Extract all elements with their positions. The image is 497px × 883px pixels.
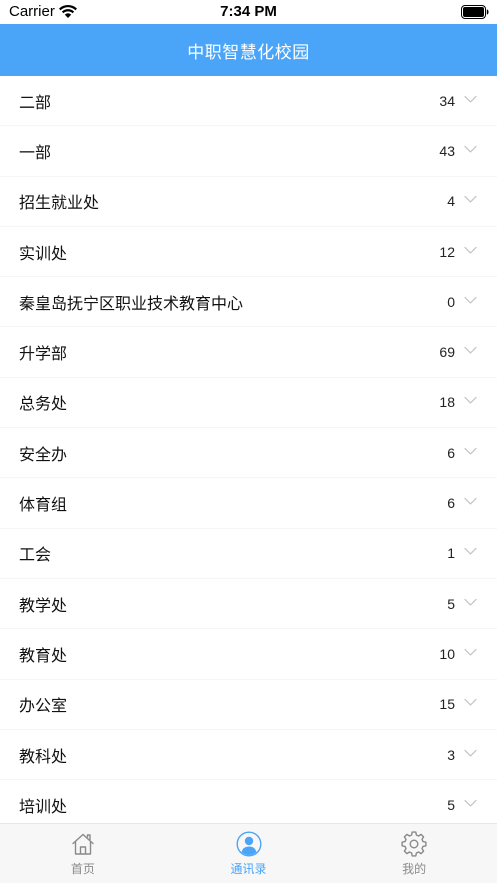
- department-row[interactable]: 安全办 6: [0, 428, 497, 479]
- home-icon: [72, 833, 94, 855]
- member-count: 18: [439, 394, 455, 411]
- tab-contacts-label: 通讯录: [230, 862, 267, 876]
- chevron-down-icon[interactable]: [464, 296, 477, 304]
- chevron-down-icon[interactable]: [464, 196, 477, 204]
- status-bar: Carrier 7:34 PM: [0, 0, 497, 24]
- department-name: 体育组: [19, 495, 68, 515]
- chevron-down-icon[interactable]: [464, 799, 477, 807]
- chevron-down-icon[interactable]: [464, 497, 477, 505]
- page-title: 中职智慧化校园: [187, 42, 310, 63]
- tab-contacts[interactable]: 通讯录: [166, 824, 332, 883]
- department-row[interactable]: 教育处 10: [0, 629, 497, 680]
- department-name: 一部: [19, 142, 52, 162]
- member-count: 43: [439, 142, 455, 159]
- chevron-down-icon[interactable]: [464, 648, 477, 656]
- tab-home-label: 首页: [70, 862, 95, 876]
- department-name: 秦皇岛抚宁区职业技术教育中心: [19, 293, 244, 313]
- tab-profile-label: 我的: [402, 862, 427, 876]
- department-name: 二部: [19, 92, 52, 112]
- chevron-down-icon[interactable]: [464, 95, 477, 103]
- department-name: 安全办: [19, 444, 68, 464]
- department-row[interactable]: 培训处 5: [0, 780, 497, 823]
- chevron-down-icon[interactable]: [464, 749, 477, 757]
- department-row[interactable]: 工会 1: [0, 529, 497, 579]
- department-name: 工会: [19, 545, 52, 565]
- screen: Carrier 7:34 PM 中职智慧化校园 二部 34 一部 43 招生就业处 4 实训…: [0, 0, 497, 883]
- department-name: 教学处: [19, 595, 68, 615]
- tab-bar: 首页 通讯录 我的: [0, 823, 497, 883]
- department-row[interactable]: 招生就业处 4: [0, 177, 497, 227]
- chevron-down-icon[interactable]: [464, 346, 477, 355]
- department-row[interactable]: 体育组 6: [0, 478, 497, 529]
- member-count: 4: [447, 193, 455, 210]
- chevron-down-icon[interactable]: [464, 397, 477, 405]
- gear-icon: [401, 831, 427, 857]
- member-count: 6: [447, 444, 455, 461]
- contacts-icon: [235, 831, 262, 857]
- department-name: 办公室: [19, 696, 68, 716]
- department-name: 招生就业处: [19, 193, 100, 213]
- department-name: 升学部: [19, 344, 68, 364]
- battery-icon: [461, 5, 489, 19]
- department-name: 教育处: [19, 645, 68, 665]
- chevron-down-icon[interactable]: [464, 447, 477, 455]
- member-count: 5: [447, 595, 455, 612]
- department-row[interactable]: 二部 34: [0, 76, 497, 127]
- department-name: 教科处: [19, 746, 68, 766]
- member-count: 1: [447, 545, 455, 562]
- department-name: 总务处: [19, 394, 68, 414]
- member-count: 12: [439, 243, 455, 260]
- chevron-down-icon[interactable]: [464, 145, 477, 153]
- member-count: 6: [447, 495, 455, 512]
- department-row[interactable]: 秦皇岛抚宁区职业技术教育中心 0: [0, 277, 497, 328]
- department-name: 实训处: [19, 243, 68, 263]
- department-row[interactable]: 总务处 18: [0, 378, 497, 429]
- department-row[interactable]: 一部 43: [0, 126, 497, 177]
- member-count: 0: [447, 293, 455, 310]
- department-list[interactable]: 二部 34 一部 43 招生就业处 4 实训处 12 秦皇岛抚宁区职业技术教育中心 0 升学部 69 总…: [0, 76, 497, 823]
- member-count: 3: [447, 746, 455, 763]
- chevron-down-icon[interactable]: [464, 699, 477, 707]
- department-row[interactable]: 办公室 15: [0, 680, 497, 730]
- department-row[interactable]: 实训处 12: [0, 227, 497, 278]
- member-count: 69: [439, 344, 455, 361]
- department-row[interactable]: 教学处 5: [0, 579, 497, 630]
- department-name: 培训处: [19, 796, 68, 816]
- nav-header: 中职智慧化校园: [0, 24, 497, 76]
- member-count: 15: [439, 696, 455, 713]
- chevron-down-icon[interactable]: [464, 598, 477, 606]
- tab-profile[interactable]: 我的: [331, 824, 497, 883]
- department-row[interactable]: 升学部 69: [0, 327, 497, 378]
- chevron-down-icon[interactable]: [464, 246, 477, 254]
- member-count: 5: [447, 796, 455, 813]
- department-row[interactable]: 教科处 3: [0, 730, 497, 781]
- chevron-down-icon[interactable]: [464, 548, 477, 556]
- member-count: 34: [439, 92, 455, 109]
- member-count: 10: [439, 645, 455, 662]
- tab-home[interactable]: 首页: [0, 824, 166, 883]
- clock-label: 7:34 PM: [220, 3, 277, 20]
